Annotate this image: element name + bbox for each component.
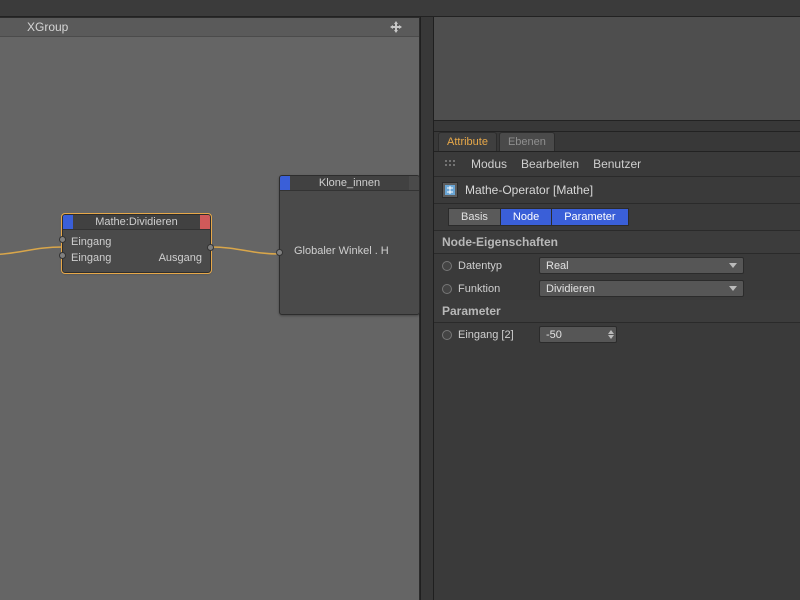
port-label-in2: Eingang [71,252,111,264]
right-region: Attribute Ebenen Modus Bearbeiten Benutz… [434,17,800,600]
attr-tabs: Attribute Ebenen [434,132,800,152]
port-label-out: Ausgang [159,252,202,264]
chevron-down-icon [729,286,737,291]
object-row: Mathe-Operator [Mathe] [434,177,800,204]
port-label: Globaler Winkel . H [294,245,389,257]
radio-icon[interactable] [442,261,452,271]
group-color-chip[interactable] [405,21,416,34]
group-header-icons [389,20,416,34]
upper-viewport[interactable] [434,17,800,121]
spinbox-eingang2[interactable]: -50 [539,326,617,343]
horizontal-splitter[interactable] [434,121,800,132]
grip-icon[interactable] [444,159,457,168]
subtab-parameter[interactable]: Parameter [552,208,628,226]
node-titlebar[interactable]: Klone_innen [280,176,419,191]
attribute-manager: Attribute Ebenen Modus Bearbeiten Benutz… [434,132,800,346]
dropdown-funktion[interactable]: Dividieren [539,280,744,297]
menu-modus[interactable]: Modus [471,157,507,171]
menu-bearbeiten[interactable]: Bearbeiten [521,157,579,171]
node-input-stripe [63,215,73,229]
dropdown-datentyp[interactable]: Real [539,257,744,274]
node-output-stripe [200,215,210,229]
row-eingang2: Eingang [2] -50 [434,323,800,346]
label-funktion: Funktion [458,283,533,295]
node-title: Mathe:Dividieren [73,215,200,229]
node-math-divide[interactable]: Mathe:Dividieren Eingang Eingang Ausgang [62,214,211,273]
move-icon[interactable] [389,20,403,34]
node-body: Globaler Winkel . H [280,191,419,313]
vertical-splitter[interactable] [420,17,434,600]
node-editor-pane: XGroup Mathe:Dividieren [0,17,420,600]
radio-icon[interactable] [442,284,452,294]
label-eingang2: Eingang [2] [458,329,533,341]
object-name: Mathe-Operator [Mathe] [465,183,593,197]
port-in[interactable] [276,249,283,256]
node-canvas[interactable]: Mathe:Dividieren Eingang Eingang Ausgang… [0,37,419,600]
menu-benutzer[interactable]: Benutzer [593,157,641,171]
radio-icon[interactable] [442,330,452,340]
row-datentyp: Datentyp Real [434,254,800,277]
window-top-stripe [0,0,800,17]
section-node-props: Node-Eigenschaften [434,231,800,254]
subtab-basis[interactable]: Basis [448,208,501,226]
node-input-stripe [280,176,290,190]
attr-menu-bar: Modus Bearbeiten Benutzer [434,152,800,177]
port-in-1[interactable] [59,236,66,243]
node-klone-innen[interactable]: Klone_innen Globaler Winkel . H [279,175,420,315]
node-body: Eingang Eingang Ausgang [63,230,210,272]
group-header[interactable]: XGroup [0,18,419,37]
dropdown-value: Dividieren [546,283,595,295]
tab-attribute[interactable]: Attribute [438,132,497,151]
spinner-arrows-icon[interactable] [608,330,614,339]
spinbox-value: -50 [546,329,562,341]
node-output-stripe [409,176,419,190]
port-out[interactable] [207,244,214,251]
math-operator-icon [442,182,458,198]
subtab-row: Basis Node Parameter [434,204,800,231]
section-parameter: Parameter [434,300,800,323]
chevron-down-icon [729,263,737,268]
label-datentyp: Datentyp [458,260,533,272]
dropdown-value: Real [546,260,569,272]
tab-ebenen[interactable]: Ebenen [499,132,555,151]
row-funktion: Funktion Dividieren [434,277,800,300]
port-in-2[interactable] [59,252,66,259]
port-label-in1: Eingang [71,234,202,250]
connection-wires [0,37,420,597]
node-titlebar[interactable]: Mathe:Dividieren [63,215,210,230]
subtab-node[interactable]: Node [501,208,552,226]
node-title: Klone_innen [290,176,409,190]
group-title: XGroup [27,20,68,34]
